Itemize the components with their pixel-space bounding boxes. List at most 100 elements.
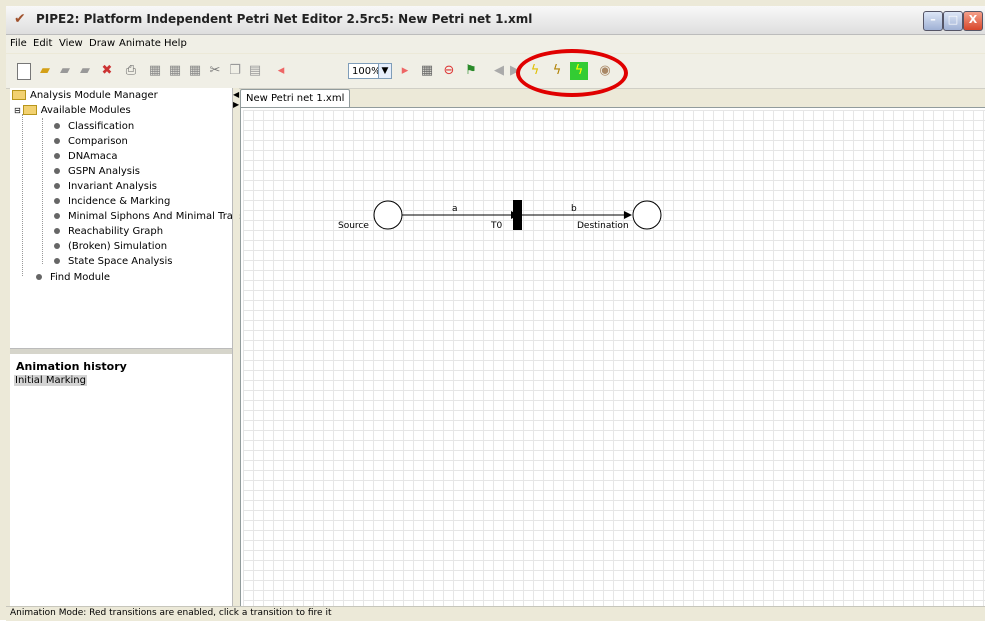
tree-item-siphons[interactable]: Minimal Siphons And Minimal Traps [54,209,245,224]
tree-available-modules[interactable]: ⊟ Available Modules [14,103,131,118]
tree-item-label: GSPN Analysis [68,166,140,177]
arc-b-label: b [571,204,577,214]
place-destination-label: Destination [577,221,629,231]
bullet-icon [54,153,60,159]
menu-help[interactable]: Help [164,38,187,49]
pipe2-window: ✔ PIPE2: Platform Independent Petri Net … [0,0,985,621]
maximize-button[interactable]: □ [943,11,963,31]
transition-t0[interactable] [513,200,522,230]
collapse-icon[interactable]: ⊟ [14,106,21,115]
tree-guide-line [22,114,24,276]
splitter-arrow-right-icon[interactable]: ▶ [233,100,239,109]
bullet-icon [54,258,60,264]
tree-item-incidence[interactable]: Incidence & Marking [54,194,170,209]
tree-item-label: DNAmaca [68,151,118,162]
module-tree: Analysis Module Manager ⊟ Available Modul… [10,88,245,348]
place-icon[interactable]: ◉ [596,62,614,80]
export-eps-icon[interactable]: ▦ [186,62,204,80]
tree-item-comparison[interactable]: Comparison [54,134,128,149]
step-forward-icon[interactable]: ▶ [506,62,524,80]
tree-item-classification[interactable]: Classification [54,119,134,134]
tree-root[interactable]: Analysis Module Manager [12,88,158,103]
export-ps-icon[interactable]: ▦ [166,62,184,80]
place-destination[interactable] [632,200,662,230]
transition-label: T0 [491,221,503,231]
export-png-icon[interactable]: ▦ [146,62,164,80]
menu-draw[interactable]: Draw [89,38,115,49]
zoom-out-icon[interactable]: ◂ [272,62,290,80]
tree-item-reachability[interactable]: Reachability Graph [54,224,163,239]
history-title: Animation history [16,360,127,373]
bullet-icon [54,168,60,174]
status-bar: Animation Mode: Red transitions are enab… [6,606,985,621]
new-icon[interactable] [14,62,32,80]
place-source[interactable] [373,200,403,230]
menu-view[interactable]: View [59,38,83,49]
petri-net-canvas[interactable]: Source Destination T0 a b [240,107,985,607]
petri-net-drawing [373,200,662,230]
menu-bar: File Edit View Draw Animate Help [6,35,985,53]
place-source-label: Source [338,221,369,231]
tree-item-state-space[interactable]: State Space Analysis [54,254,173,269]
arc-b-arrowhead [624,211,632,219]
title-bar: ✔ PIPE2: Platform Independent Petri Net … [6,6,985,35]
tab-new-petri-net[interactable]: New Petri net 1.xml [240,89,351,107]
tree-folder-label: Available Modules [40,105,131,116]
tree-item-label: Reachability Graph [68,226,164,237]
bullet-icon [54,243,60,249]
copy-icon[interactable]: ❐ [226,62,244,80]
status-text: Animation Mode: Red transitions are enab… [10,608,332,618]
folder-icon [12,90,26,100]
bullet-icon [54,198,60,204]
bullet-icon [54,123,60,129]
tree-item-invariant[interactable]: Invariant Analysis [54,179,157,194]
animate-multiple-icon[interactable]: ϟ [548,62,566,80]
tree-item-label: State Space Analysis [68,256,173,267]
tree-guide-line [42,118,44,264]
tree-item-simulation[interactable]: (Broken) Simulation [54,239,167,254]
menu-edit[interactable]: Edit [33,38,52,49]
tree-item-find-module[interactable]: Find Module [36,270,110,285]
tree-root-label: Analysis Module Manager [30,90,158,101]
menu-animate[interactable]: Animate [119,38,161,49]
delete-icon[interactable]: ⊖ [440,62,458,80]
bullet-icon [54,183,60,189]
vertical-splitter[interactable]: ◀ ▶ [233,88,239,606]
tree-item-label: Classification [68,121,135,132]
animate-toggle-icon[interactable]: ⚑ [462,62,480,80]
arc-a-label: a [452,204,458,214]
bullet-icon [36,274,42,280]
close-file-icon[interactable]: ✖ [98,62,116,80]
tree-item-dnamaca[interactable]: DNAmaca [54,149,118,164]
save-icon[interactable]: ▰ [56,62,74,80]
splitter-arrow-left-icon[interactable]: ◀ [233,90,239,99]
bullet-icon [54,228,60,234]
toolbar: ▰ ▰ ▰ ✖ ⎙ ▦ ▦ ▦ ✂ ❐ ▤ ◂ 100% ▼ ▸ ▦ ⊖ ⚑ ◀… [6,54,985,89]
tree-item-label: (Broken) Simulation [68,241,168,252]
folder-open-icon [22,105,37,115]
tree-item-label: Minimal Siphons And Minimal Traps [68,211,245,222]
menu-file[interactable]: File [10,38,27,49]
print-icon[interactable]: ⎙ [122,62,140,80]
window-title: PIPE2: Platform Independent Petri Net Ed… [36,12,533,26]
tree-item-label: Find Module [50,272,111,283]
tree-item-label: Invariant Analysis [68,181,157,192]
tree-item-label: Comparison [68,136,128,147]
tree-item-label: Incidence & Marking [68,196,171,207]
close-button[interactable]: X [963,11,983,31]
tree-item-gspn[interactable]: GSPN Analysis [54,164,140,179]
animation-history-panel: Animation history Initial Marking [10,354,232,606]
minimize-button[interactable]: – [923,11,943,31]
grid-icon[interactable]: ▦ [418,62,436,80]
cut-icon[interactable]: ✂ [206,62,224,80]
random-fire-icon[interactable]: ϟ [526,62,544,80]
open-icon[interactable]: ▰ [36,62,54,80]
zoom-in-icon[interactable]: ▸ [396,62,414,80]
bullet-icon [54,138,60,144]
history-item[interactable]: Initial Marking [14,375,87,386]
chevron-down-icon[interactable]: ▼ [378,63,392,79]
pipe-app-icon: ✔ [14,11,26,27]
save-as-icon[interactable]: ▰ [76,62,94,80]
token-icon[interactable]: ϟ [570,62,588,80]
paste-icon[interactable]: ▤ [246,62,264,80]
